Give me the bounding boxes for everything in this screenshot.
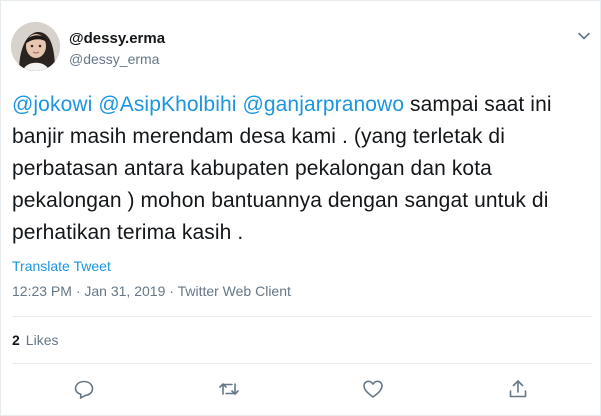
share-icon <box>509 380 527 398</box>
likes-label: Likes <box>25 332 59 348</box>
meta-separator: · <box>165 283 178 299</box>
reply-button[interactable] <box>72 377 96 401</box>
tweet-date[interactable]: Jan 31, 2019 <box>84 283 165 299</box>
tweet-client[interactable]: Twitter Web Client <box>178 283 291 299</box>
chevron-down-icon[interactable] <box>575 27 593 45</box>
mention-asipkholbihi[interactable]: @AsipKholbihi <box>98 93 236 116</box>
tweet-metadata: 12:23 PM · Jan 31, 2019 · Twitter Web Cl… <box>12 283 291 299</box>
mention-ganjarpranowo[interactable]: @ganjarpranowo <box>242 93 404 116</box>
likes-count: 2 <box>12 332 20 348</box>
reply-icon <box>74 380 94 399</box>
divider <box>12 316 592 317</box>
tweet-time[interactable]: 12:23 PM <box>12 283 72 299</box>
display-name[interactable]: @dessy.erma <box>69 30 165 47</box>
profile-photo-icon <box>11 22 60 71</box>
like-button[interactable] <box>361 377 385 401</box>
likes-stat[interactable]: 2 Likes <box>12 332 58 348</box>
avatar[interactable] <box>11 22 60 71</box>
meta-separator: · <box>71 283 85 299</box>
tweet-card: @dessy.erma @dessy_erma @jokowi @AsipKho… <box>0 0 601 416</box>
tweet-text: @jokowi @AsipKholbihi @ganjarpranowo sam… <box>12 89 592 249</box>
divider <box>12 363 592 364</box>
share-button[interactable] <box>506 377 530 401</box>
translate-tweet-link[interactable]: Translate Tweet <box>12 258 111 274</box>
mention-jokowi[interactable]: @jokowi <box>12 93 92 116</box>
retweet-icon <box>219 383 239 395</box>
user-handle[interactable]: @dessy_erma <box>69 51 159 67</box>
retweet-button[interactable] <box>217 377 241 401</box>
heart-icon <box>363 380 383 398</box>
